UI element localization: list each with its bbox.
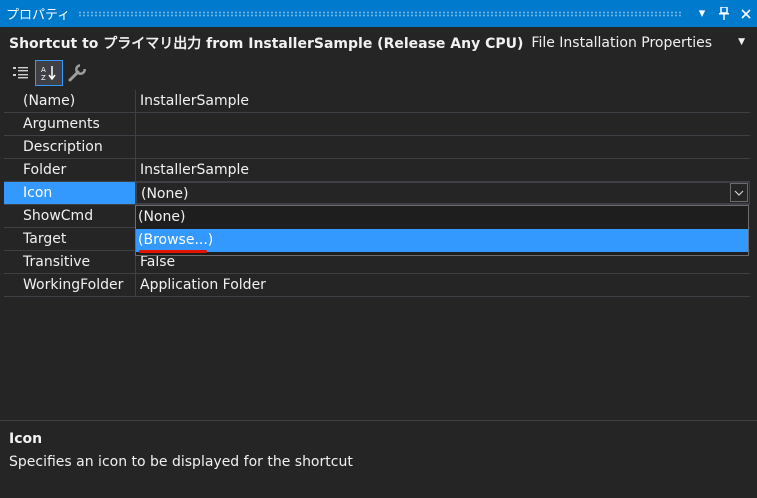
property-name: Target [4, 228, 136, 250]
window-title: プロパティ [6, 8, 71, 23]
description-panel: Icon Specifies an icon to be displayed f… [0, 420, 757, 498]
pin-icon[interactable] [713, 3, 735, 25]
property-value[interactable] [136, 136, 750, 158]
chevron-down-icon[interactable]: ▼ [738, 37, 745, 47]
annotation-underline [139, 250, 207, 253]
svg-text:Z: Z [41, 74, 46, 82]
property-value: (None) [141, 186, 189, 202]
dropdown-option[interactable]: (None) [136, 206, 748, 229]
property-name: Folder [4, 159, 136, 181]
property-row-workingfolder[interactable]: WorkingFolder Application Folder [4, 274, 750, 297]
close-icon[interactable] [735, 3, 757, 25]
object-selector[interactable]: Shortcut to プライマリ出力 from InstallerSample… [0, 28, 757, 58]
property-name: ShowCmd [4, 205, 136, 227]
window-options-icon[interactable]: ▾ [691, 3, 713, 25]
property-value[interactable]: InstallerSample [136, 159, 750, 181]
window-title-bar[interactable]: プロパティ ▾ [0, 0, 757, 27]
icon-dropdown-list: (None) (Browse...) [135, 205, 749, 256]
property-name: (Name) [4, 90, 136, 112]
property-pages-icon[interactable] [64, 61, 90, 85]
description-text: Specifies an icon to be displayed for th… [9, 454, 353, 470]
property-row-description[interactable]: Description [4, 136, 750, 159]
svg-text:A: A [41, 66, 46, 74]
property-row-name[interactable]: (Name) InstallerSample [4, 90, 750, 113]
object-type: File Installation Properties [531, 35, 713, 51]
object-name: Shortcut to プライマリ出力 from InstallerSample… [9, 36, 524, 52]
property-value[interactable] [136, 113, 750, 135]
property-row-folder[interactable]: Folder InstallerSample [4, 159, 750, 182]
property-grid: (Name) InstallerSample Arguments Descrip… [4, 90, 750, 297]
property-value[interactable]: Application Folder [136, 274, 750, 296]
description-title: Icon [9, 431, 43, 447]
property-row-arguments[interactable]: Arguments [4, 113, 750, 136]
property-name: Icon [4, 182, 136, 204]
property-row-icon[interactable]: Icon (None) [4, 182, 750, 205]
alphabetical-icon[interactable]: A Z [35, 60, 63, 86]
property-name: Description [4, 136, 136, 158]
dropdown-option-label: (Browse...) [138, 232, 214, 248]
icon-value-dropdown[interactable]: (None) [136, 182, 750, 204]
property-toolbar: A Z [0, 58, 757, 88]
title-bar-grip [78, 10, 681, 17]
property-name: Arguments [4, 113, 136, 135]
property-value[interactable]: InstallerSample [136, 90, 750, 112]
dropdown-option-browse[interactable]: (Browse...) [136, 229, 748, 253]
property-name: Transitive [4, 251, 136, 273]
chevron-down-icon[interactable] [730, 183, 748, 202]
categorized-icon[interactable] [8, 61, 34, 85]
property-name: WorkingFolder [4, 274, 136, 296]
